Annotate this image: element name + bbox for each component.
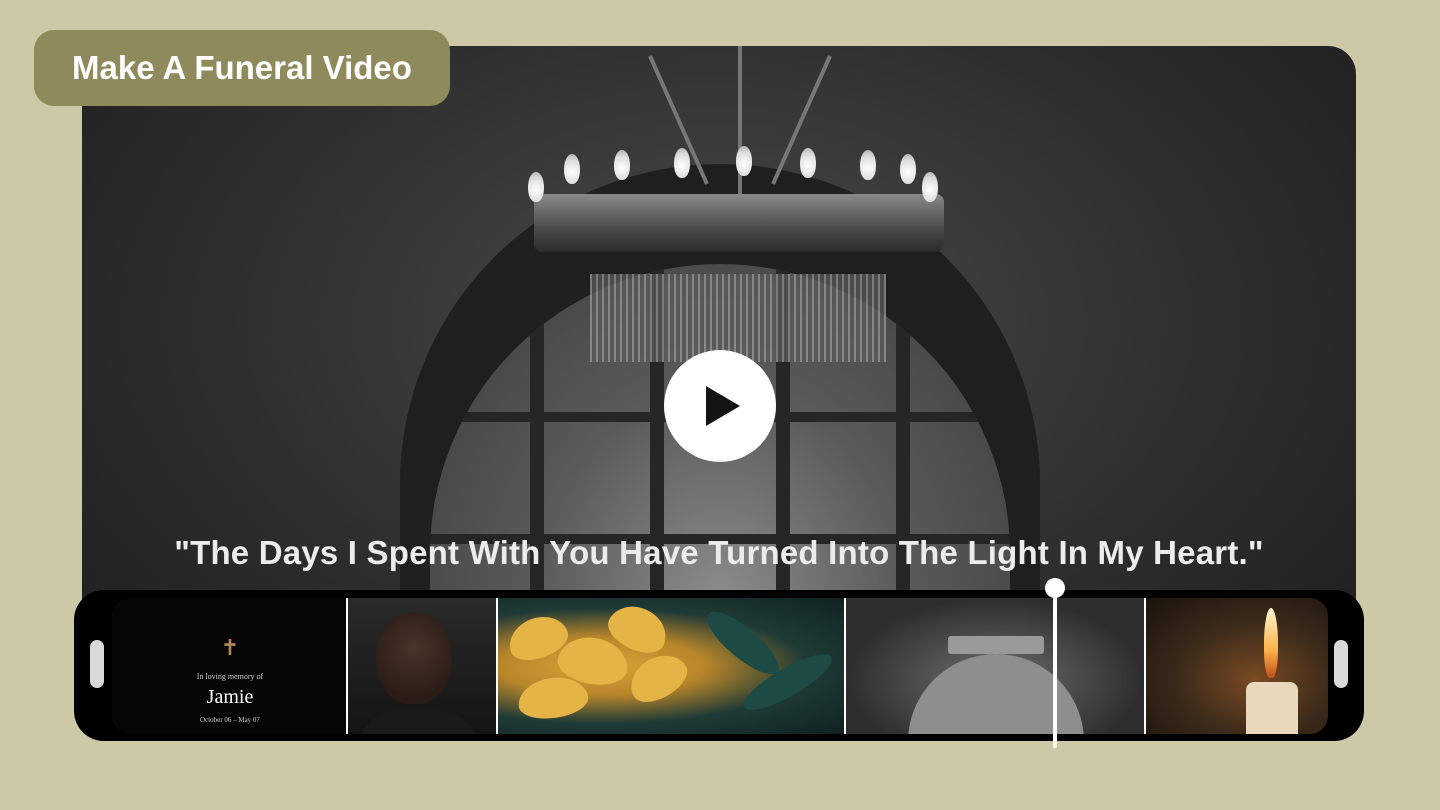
candle-bulb [736, 146, 752, 176]
candle-bulb [528, 172, 544, 202]
candle-wax [1246, 682, 1298, 734]
timeline-trim-handle-left[interactable] [90, 640, 104, 688]
candle-bulb [860, 150, 876, 180]
page-title-badge: Make A Funeral Video [34, 30, 450, 106]
timeline-clip-flowers[interactable] [498, 598, 846, 734]
portrait-shirt [358, 710, 478, 734]
candle-flame [1264, 608, 1278, 678]
candle-bulb [900, 154, 916, 184]
chandelier-ring [534, 194, 944, 252]
memorial-name: Jamie [206, 686, 254, 708]
candle-bulb [674, 148, 690, 178]
video-caption: "The Days I Spent With You Have Turned I… [174, 534, 1264, 571]
timeline-clip-chandelier[interactable] [846, 598, 1146, 734]
play-button[interactable] [664, 350, 776, 462]
timeline-clip-memorial-card[interactable]: ✝ In loving memory of Jamie October 06 –… [112, 598, 348, 734]
memorial-dates: October 06 – May 07 [200, 716, 260, 724]
chandelier-fringe [590, 274, 886, 362]
candle-bulb [564, 154, 580, 184]
portrait-face [376, 612, 452, 704]
mini-chandelier [948, 636, 1044, 654]
timeline-clip-candle[interactable] [1146, 598, 1328, 734]
timeline-clips: ✝ In loving memory of Jamie October 06 –… [112, 598, 1328, 734]
mini-arched-window [908, 654, 1084, 734]
timeline-playhead[interactable] [1053, 586, 1057, 748]
memorial-dedication: In loving memory of [196, 672, 264, 681]
flower-petal [622, 645, 694, 711]
cross-icon: ✝ [220, 636, 240, 661]
timeline-clip-portrait[interactable] [348, 598, 498, 734]
video-timeline[interactable]: ✝ In loving memory of Jamie October 06 –… [74, 590, 1364, 741]
play-icon [706, 386, 740, 426]
candle-bulb [800, 148, 816, 178]
timeline-trim-handle-right[interactable] [1334, 640, 1348, 688]
candle-bulb [922, 172, 938, 202]
leaf [698, 602, 788, 684]
candle-bulb [614, 150, 630, 180]
playhead-handle[interactable] [1045, 578, 1065, 598]
